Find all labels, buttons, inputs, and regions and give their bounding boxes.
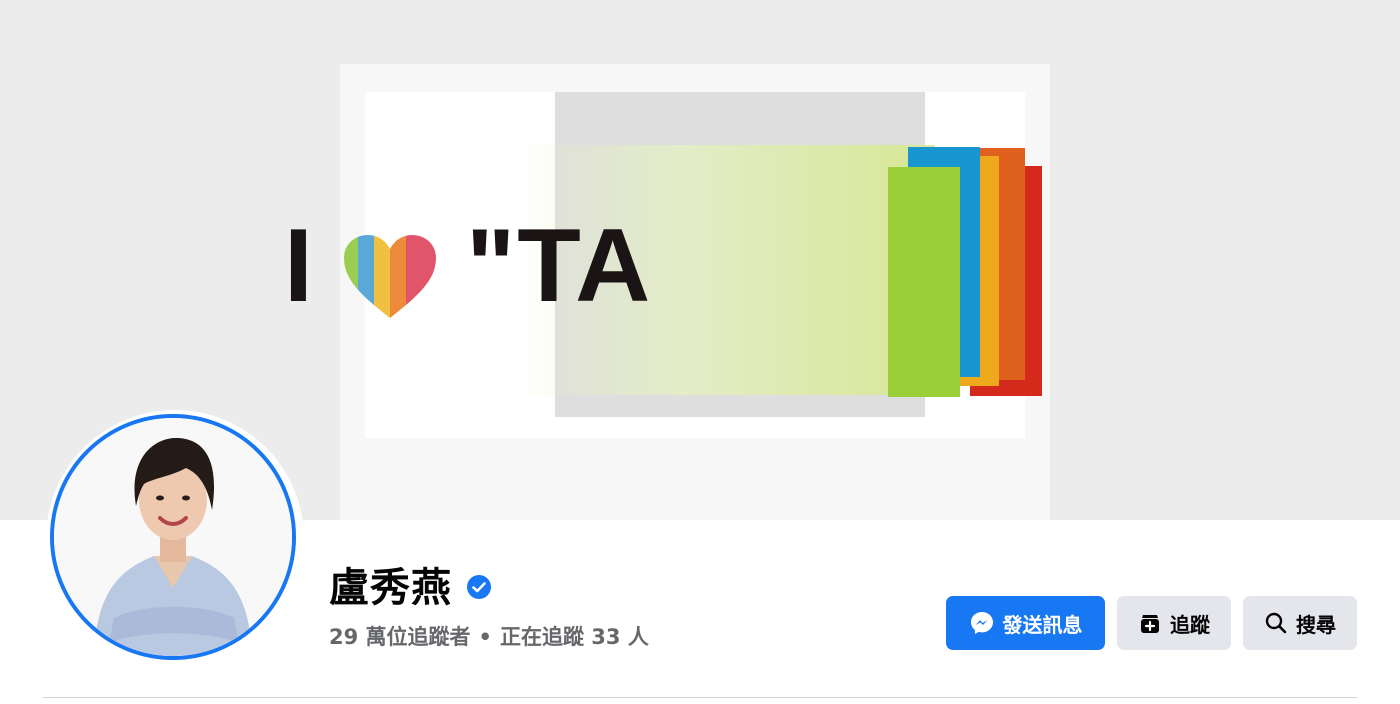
cover-stripe-green xyxy=(888,167,960,397)
avatar[interactable] xyxy=(50,414,296,660)
search-button[interactable]: 搜尋 xyxy=(1243,596,1357,650)
profile-stats: 29 萬位追蹤者 • 正在追蹤 33 人 xyxy=(329,621,649,651)
stats-separator: • xyxy=(478,625,492,649)
search-label: 搜尋 xyxy=(1296,612,1336,637)
follow-label: 追蹤 xyxy=(1170,612,1210,637)
following-count-link[interactable]: 正在追蹤 33 人 xyxy=(500,625,649,649)
search-icon xyxy=(1264,611,1288,635)
follow-button[interactable]: 追蹤 xyxy=(1117,596,1231,650)
profile-name-row: 盧秀燕 xyxy=(329,555,492,613)
cover-slogan-ta: "TA xyxy=(466,208,653,324)
cover-slogan-i: I xyxy=(284,208,315,324)
avatar-portrait xyxy=(54,418,292,656)
send-message-button[interactable]: 發送訊息 xyxy=(946,596,1105,650)
follow-add-icon xyxy=(1138,611,1162,635)
rainbow-heart-icon xyxy=(344,235,436,318)
messenger-icon xyxy=(969,610,995,636)
profile-divider xyxy=(43,697,1357,698)
profile-name: 盧秀燕 xyxy=(329,565,452,611)
verified-badge-icon[interactable] xyxy=(466,574,492,600)
send-message-label: 發送訊息 xyxy=(1002,612,1083,637)
followers-count-link[interactable]: 29 萬位追蹤者 xyxy=(329,625,471,649)
